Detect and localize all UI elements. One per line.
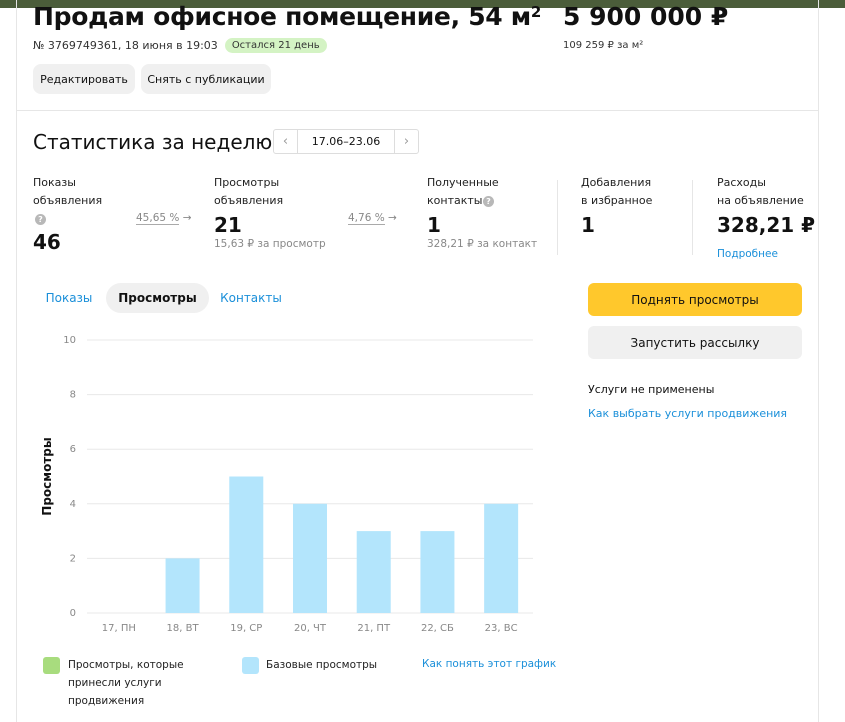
arrow-right-icon: → bbox=[388, 212, 397, 224]
stats-divider bbox=[692, 180, 693, 255]
y-axis-label: Просмотры bbox=[40, 437, 54, 515]
expenses-details-link[interactable]: Подробнее bbox=[717, 248, 778, 260]
expenses-label: Расходы на объявление bbox=[717, 176, 804, 207]
y-tick-label: 2 bbox=[70, 553, 76, 564]
favorites-value: 1 bbox=[581, 213, 595, 237]
x-tick-label: 18, ВТ bbox=[167, 623, 200, 634]
legend-base-label: Базовые просмотры bbox=[266, 659, 378, 671]
views-label: Просмотры объявления bbox=[214, 176, 284, 207]
listing-title: Продам офисное помещение, 54 м2 bbox=[33, 2, 542, 31]
bar bbox=[484, 503, 519, 613]
unpublish-button[interactable]: Снять с публикации bbox=[141, 64, 271, 94]
start-mailing-button[interactable]: Запустить рассылку bbox=[588, 326, 802, 359]
card-border-left bbox=[16, 0, 17, 722]
help-icon[interactable]: ? bbox=[483, 196, 494, 207]
tab-contacts[interactable]: Контакты bbox=[214, 283, 288, 313]
bar bbox=[420, 531, 455, 613]
listing-meta: № 3769749361, 18 июня в 19:03 Остался 21… bbox=[33, 38, 327, 53]
promotion-help-link[interactable]: Как выбрать услуги продвижения bbox=[588, 407, 787, 420]
impressions-value: 46 bbox=[33, 230, 61, 254]
contacts-value: 1 bbox=[427, 213, 441, 237]
listing-price: 5 900 000 ₽ bbox=[563, 2, 729, 31]
expenses-value: 328,21 ₽ bbox=[717, 213, 816, 237]
stats-title: Статистика за неделю bbox=[33, 130, 273, 154]
tab-views[interactable]: Просмотры bbox=[106, 283, 209, 313]
y-tick-label: 8 bbox=[70, 390, 76, 401]
week-selector: ‹ 17.06–23.06 › bbox=[273, 129, 419, 154]
y-tick-label: 6 bbox=[70, 444, 76, 455]
chevron-right-icon[interactable]: › bbox=[394, 130, 418, 153]
legend-promo-label: Просмотры, которые принесли услуги продв… bbox=[68, 659, 184, 707]
tab-impressions[interactable]: Показы bbox=[38, 283, 100, 313]
chevron-left-icon[interactable]: ‹ bbox=[274, 130, 298, 153]
week-range: 17.06–23.06 bbox=[311, 135, 381, 148]
days-left-badge: Остался 21 день bbox=[224, 38, 327, 53]
bar bbox=[293, 503, 327, 613]
legend-base-swatch bbox=[242, 657, 259, 674]
chart-help-link[interactable]: Как понять этот график bbox=[422, 658, 556, 670]
section-divider bbox=[16, 110, 818, 111]
help-icon[interactable]: ? bbox=[35, 214, 46, 225]
x-tick-label: 21, ПТ bbox=[357, 623, 391, 634]
cost-per-view: 15,63 ₽ за просмотр bbox=[214, 238, 326, 250]
stats-divider bbox=[557, 180, 558, 255]
y-tick-label: 10 bbox=[63, 335, 76, 346]
views-value: 21 bbox=[214, 213, 242, 237]
listing-id-date: № 3769749361, 18 июня в 19:03 bbox=[33, 39, 218, 52]
services-status: Услуги не применены bbox=[588, 383, 715, 396]
favorites-label: Добавления в избранное bbox=[581, 176, 653, 207]
bar bbox=[165, 558, 200, 613]
boost-views-button[interactable]: Поднять просмотры bbox=[588, 283, 802, 316]
x-tick-label: 20, ЧТ bbox=[294, 623, 327, 634]
edit-button[interactable]: Редактировать bbox=[33, 64, 135, 94]
price-per-meter: 109 259 ₽ за м² bbox=[563, 40, 644, 51]
views-bar-chart: 0 2 4 6 8 10 17, ПН 18, ВТ 19, СР 20, ЧТ 21, ПТ 22,… bbox=[40, 335, 533, 634]
conversion-impressions-views: 45,65 % → bbox=[136, 212, 192, 225]
x-tick-label: 23, ВС bbox=[485, 623, 518, 634]
y-tick-label: 4 bbox=[70, 499, 76, 510]
x-tick-label: 22, СБ bbox=[421, 623, 454, 634]
y-tick-label: 0 bbox=[70, 608, 76, 619]
impressions-label: Показы объявления bbox=[33, 176, 103, 207]
arrow-right-icon: → bbox=[182, 212, 192, 224]
bar bbox=[356, 531, 391, 613]
x-tick-label: 17, ПН bbox=[102, 623, 136, 634]
bar bbox=[229, 476, 264, 613]
conversion-views-contacts: 4,76 % → bbox=[348, 212, 397, 225]
x-tick-label: 19, СР bbox=[230, 623, 262, 634]
card-border-right bbox=[818, 0, 819, 722]
cost-per-contact: 328,21 ₽ за контакт bbox=[427, 238, 538, 250]
legend-promo-swatch bbox=[43, 657, 60, 674]
